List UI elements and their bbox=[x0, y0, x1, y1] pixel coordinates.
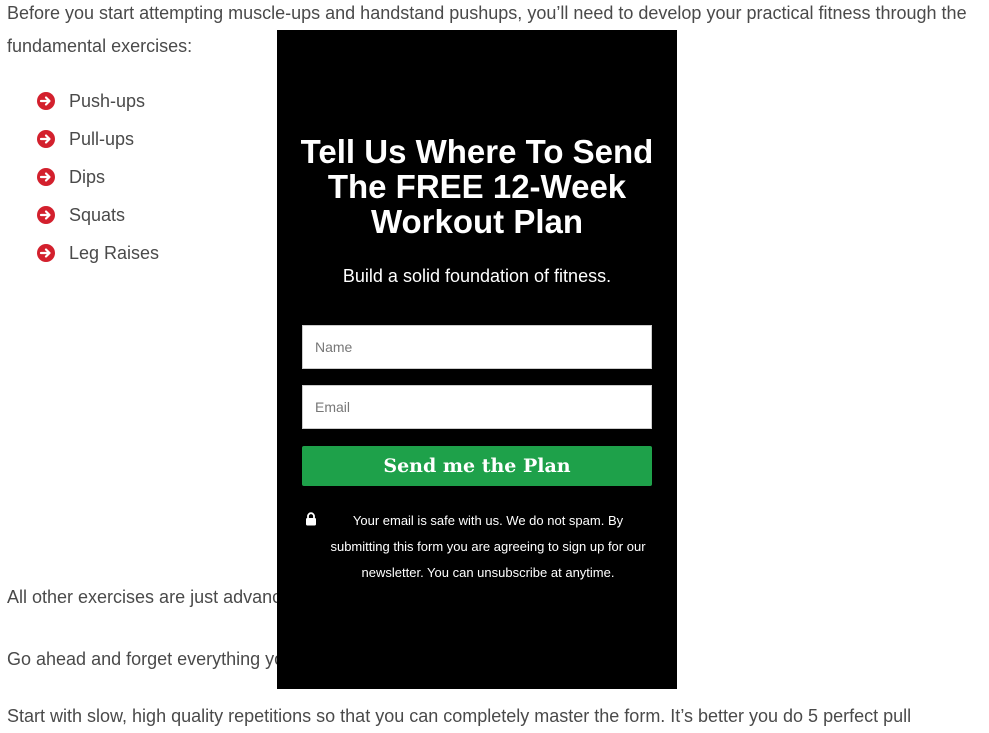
send-plan-button[interactable]: Send me the Plan bbox=[302, 446, 652, 486]
paragraph-slow-repetitions: Start with slow, high quality repetition… bbox=[7, 706, 912, 726]
list-item-label: Leg Raises bbox=[69, 242, 160, 263]
list-item: Squats bbox=[37, 196, 159, 234]
name-input[interactable] bbox=[302, 325, 652, 369]
arrow-circle-right-icon bbox=[37, 244, 55, 262]
list-item-label: Dips bbox=[69, 166, 106, 187]
list-item-label: Squats bbox=[69, 204, 126, 225]
list-item: Leg Raises bbox=[37, 234, 159, 272]
privacy-disclaimer: Your email is safe with us. We do not sp… bbox=[330, 513, 646, 580]
list-item-label: Pull-ups bbox=[69, 128, 135, 149]
arrow-circle-right-icon bbox=[37, 130, 55, 148]
list-item-label: Push-ups bbox=[69, 90, 146, 111]
list-item: Dips bbox=[37, 158, 159, 196]
email-input[interactable] bbox=[302, 385, 652, 429]
list-item: Push-ups bbox=[37, 82, 159, 120]
arrow-circle-right-icon bbox=[37, 206, 55, 224]
popup-subtitle: Build a solid foundation of fitness. bbox=[342, 266, 612, 286]
lock-icon bbox=[305, 512, 317, 531]
exercise-list: Push-ups Pull-ups Dips Squats Leg Raises bbox=[37, 82, 159, 272]
list-item: Pull-ups bbox=[37, 120, 159, 158]
arrow-circle-right-icon bbox=[37, 92, 55, 110]
popup-title: Tell Us Where To Send The FREE 12-Week W… bbox=[300, 133, 654, 240]
arrow-circle-right-icon bbox=[37, 168, 55, 186]
optin-popup: Tell Us Where To Send The FREE 12-Week W… bbox=[277, 30, 677, 689]
